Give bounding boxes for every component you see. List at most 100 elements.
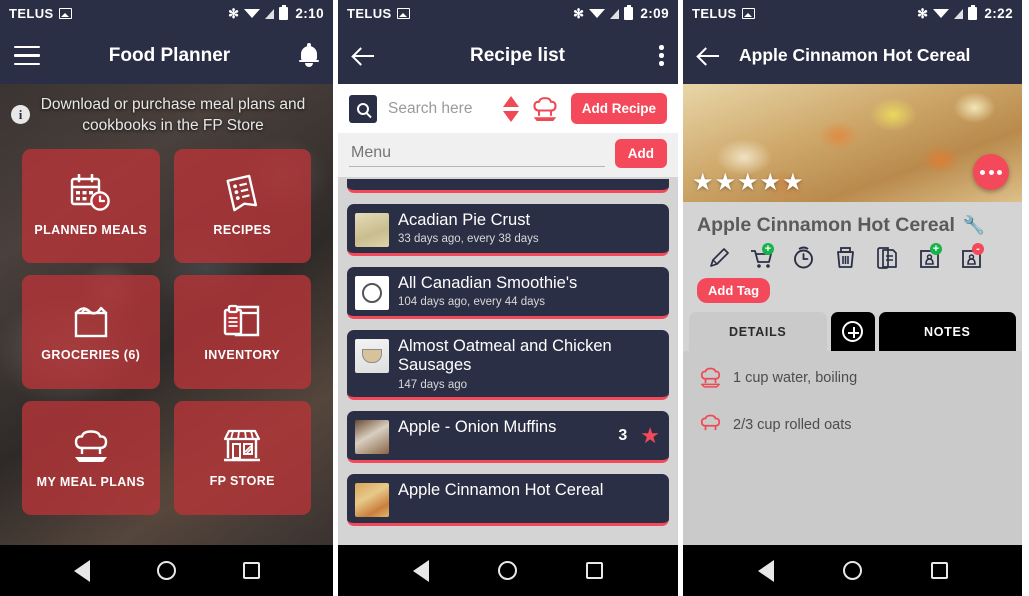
recipe-subtitle: 147 days ago (398, 378, 468, 391)
recipe-list-content: Search here Add Recipe Add Acadian Pie C… (338, 84, 678, 545)
list-item[interactable]: 2/3 cup rolled oats (683, 406, 1022, 443)
search-row: Search here Add Recipe (338, 84, 678, 133)
add-item-tab-button[interactable] (830, 312, 875, 351)
ingredient-text: 2/3 cup rolled oats (733, 416, 852, 433)
tile-groceries[interactable]: GROCERIES (6) (22, 274, 160, 389)
nav-back-button[interactable] (73, 559, 90, 582)
timer-icon[interactable] (791, 245, 816, 270)
bluetooth-icon: ✻ (573, 6, 585, 21)
nav-recents-button[interactable] (930, 562, 948, 579)
android-nav-bar (338, 545, 678, 596)
copy-icon[interactable] (875, 245, 900, 270)
nav-back-button[interactable] (757, 559, 774, 582)
remove-from-inventory-icon[interactable]: - (959, 243, 984, 270)
more-actions-fab[interactable] (973, 154, 1009, 190)
tile-label: RECIPES (213, 223, 272, 238)
page-title: Recipe list (469, 44, 566, 66)
menu-row: Add (338, 133, 678, 177)
recipe-thumbnail (355, 276, 389, 310)
list-item[interactable]: 1 cup water, boiling (683, 359, 1022, 396)
delete-icon[interactable] (833, 245, 858, 270)
list-item[interactable]: Almost Oatmeal and Chicken Sausages 147 … (347, 330, 669, 400)
tile-label: INVENTORY (204, 348, 281, 363)
nav-home-button[interactable] (497, 561, 517, 580)
sort-icon[interactable] (502, 94, 519, 124)
add-to-cart-icon[interactable]: + (749, 243, 774, 270)
recipe-subtitle: 104 days ago, every 44 days (398, 296, 546, 309)
tile-label: GROCERIES (6) (41, 348, 141, 363)
carrier-label: TELUS (692, 6, 737, 21)
recipe-list[interactable]: Acadian Pie Crust 33 days ago, every 38 … (338, 177, 678, 545)
photo-icon (58, 8, 72, 19)
tab-notes[interactable]: NOTES (878, 312, 1016, 351)
list-item[interactable]: Apple Cinnamon Hot Cereal (347, 473, 669, 526)
recipe-thumbnail (355, 213, 389, 247)
plus-circle-icon (842, 321, 863, 342)
chef-hat-filter-icon[interactable] (530, 94, 560, 124)
tile-planned-meals[interactable]: PLANNED MEALS (22, 148, 160, 263)
recipe-title-row: Apple Cinnamon Hot Cereal 🔧 (683, 202, 1022, 243)
list-item[interactable]: Acadian Pie Crust 33 days ago, every 38 … (347, 204, 669, 256)
nav-back-button[interactable] (412, 559, 429, 582)
nav-home-button[interactable] (842, 561, 862, 580)
notifications-bell-icon[interactable] (299, 43, 319, 67)
recipe-subtitle: 33 days ago, every 38 days (398, 233, 539, 246)
recipe-count-badge: 3 (618, 426, 628, 444)
search-input[interactable]: Search here (388, 100, 492, 118)
search-icon[interactable] (349, 94, 377, 123)
signal-icon (954, 8, 964, 19)
tile-recipes[interactable]: RECIPES (173, 148, 311, 263)
plus-badge: + (930, 243, 942, 255)
phone-screen-recipe-detail: TELUS ✻ 2:22 Apple Cinnamon Hot Cereal ★… (683, 0, 1022, 596)
add-recipe-button[interactable]: Add Recipe (570, 93, 667, 124)
home-tile-grid: PLANNED MEALS RECIPES GROCERIES (6) INVE… (0, 143, 333, 515)
edit-icon[interactable] (707, 245, 732, 270)
page-title: Food Planner (108, 44, 231, 66)
nav-home-button[interactable] (156, 561, 176, 580)
recipe-thumbnail (355, 482, 389, 517)
menu-input[interactable] (349, 140, 605, 167)
wifi-icon (244, 9, 261, 18)
list-item[interactable]: All Canadian Smoothie's 104 days ago, ev… (347, 267, 669, 319)
signal-icon (610, 8, 620, 19)
tile-inventory[interactable]: INVENTORY (173, 274, 311, 389)
tile-my-meal-plans[interactable]: MY MEAL PLANS (22, 400, 160, 515)
info-icon: i (11, 105, 30, 124)
app-bar-recipe-list: Recipe list (338, 27, 678, 84)
nav-recents-button[interactable] (242, 562, 260, 579)
wifi-icon (589, 9, 606, 18)
recipe-thumbnail (355, 339, 389, 373)
rating-stars[interactable]: ★★★★★ (692, 171, 805, 195)
favorite-star-icon[interactable]: ★ (640, 424, 660, 447)
page-title: Apple Cinnamon Hot Cereal (739, 45, 971, 65)
android-nav-bar (0, 545, 333, 596)
add-tag-button[interactable]: Add Tag (697, 278, 771, 303)
ingredients-list[interactable]: 1 cup water, boiling 2/3 cup rolled oats (683, 351, 1022, 545)
chef-hat-icon (700, 367, 721, 388)
wrench-icon[interactable]: 🔧 (963, 215, 985, 236)
nav-recents-button[interactable] (586, 562, 604, 579)
photo-icon (396, 8, 410, 19)
tab-details[interactable]: DETAILS (689, 312, 827, 351)
store-promo-banner[interactable]: i Download or purchase meal plans and co… (0, 84, 333, 143)
overflow-menu-icon[interactable] (659, 45, 664, 66)
chef-hat-icon (74, 430, 107, 463)
add-to-inventory-icon[interactable]: + (917, 243, 942, 270)
recipe-title: Almost Oatmeal and Chicken Sausages (398, 337, 612, 375)
recipe-card-icon (226, 175, 258, 212)
tile-label: MY MEAL PLANS (36, 475, 145, 490)
recipe-title: All Canadian Smoothie's (398, 274, 578, 292)
list-item-partial[interactable] (347, 179, 669, 193)
menu-icon[interactable] (14, 46, 40, 65)
battery-icon (968, 5, 978, 20)
recipe-hero-image: ★★★★★ (683, 84, 1022, 202)
list-item[interactable]: Apple - Onion Muffins 3 ★ (347, 410, 669, 463)
android-nav-bar (683, 545, 1022, 596)
tile-fp-store[interactable]: FP STORE (173, 400, 311, 515)
recipe-title: Acadian Pie Crust (398, 211, 531, 229)
add-menu-button[interactable]: Add (614, 139, 667, 168)
back-arrow-icon[interactable] (697, 44, 721, 68)
back-arrow-icon[interactable] (352, 44, 376, 68)
bluetooth-icon: ✻ (917, 6, 929, 21)
recipe-actions-row: + + - (683, 243, 1022, 277)
